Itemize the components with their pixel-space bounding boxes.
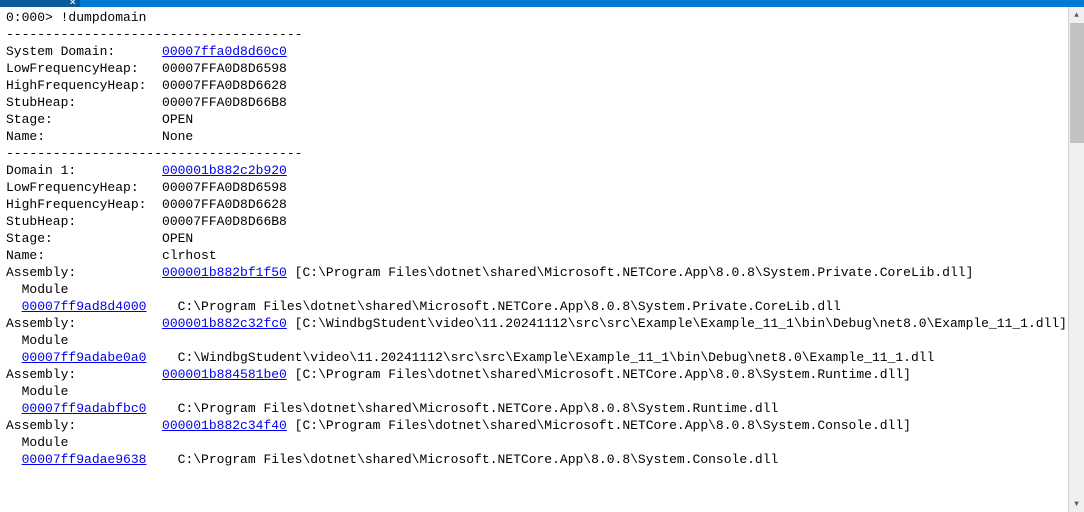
system-row-value: 00007FFA0D8D66B8 — [162, 95, 287, 110]
terminal-output[interactable]: 0:000> !dumpdomain----------------------… — [0, 7, 1084, 512]
assembly-label: Assembly: — [6, 265, 162, 280]
output-line: Assembly: 000001b884581be0 [C:\Program F… — [6, 366, 1078, 383]
assembly-link[interactable]: 000001b882c34f40 — [162, 418, 287, 433]
system-row-label: Stage: — [6, 112, 162, 127]
output-line: Name: None — [6, 128, 1078, 145]
output-line: HighFrequencyHeap: 00007FFA0D8D6628 — [6, 77, 1078, 94]
output-line: StubHeap: 00007FFA0D8D66B8 — [6, 213, 1078, 230]
domain1-row-value: 00007FFA0D8D6628 — [162, 197, 287, 212]
system-row-label: StubHeap: — [6, 95, 162, 110]
indent — [6, 299, 22, 314]
output-line: 00007ff9adabfbc0 C:\Program Files\dotnet… — [6, 400, 1078, 417]
module-label: Module — [6, 384, 68, 399]
assembly-path: [C:\Program Files\dotnet\shared\Microsof… — [287, 418, 911, 433]
module-label: Module — [6, 333, 68, 348]
command-text: !dumpdomain — [61, 10, 147, 25]
prompt: 0:000> — [6, 10, 61, 25]
titlebar: ✕ — [0, 0, 1084, 7]
assembly-path: [C:\WindbgStudent\video\11.20241112\src\… — [287, 316, 1067, 331]
output-line: Assembly: 000001b882c34f40 [C:\Program F… — [6, 417, 1078, 434]
assembly-path: [C:\Program Files\dotnet\shared\Microsof… — [287, 265, 974, 280]
domain1-row-label: Name: — [6, 248, 162, 263]
domain1-row-label: StubHeap: — [6, 214, 162, 229]
output-line: Stage: OPEN — [6, 230, 1078, 247]
scroll-up-icon[interactable]: ▲ — [1069, 7, 1084, 23]
domain1-row-value: 00007FFA0D8D6598 — [162, 180, 287, 195]
module-link[interactable]: 00007ff9adabe0a0 — [22, 350, 147, 365]
output-line: Module — [6, 383, 1078, 400]
assembly-link[interactable]: 000001b882bf1f50 — [162, 265, 287, 280]
output-line: HighFrequencyHeap: 00007FFA0D8D6628 — [6, 196, 1078, 213]
assembly-path: [C:\Program Files\dotnet\shared\Microsof… — [287, 367, 911, 382]
scroll-thumb[interactable] — [1070, 23, 1084, 143]
domain1-row-label: Stage: — [6, 231, 162, 246]
system-row-value: 00007FFA0D8D6628 — [162, 78, 287, 93]
domain1-label: Domain 1: — [6, 163, 162, 178]
output-line: 00007ff9adae9638 C:\Program Files\dotnet… — [6, 451, 1078, 468]
output-line: 00007ff9ad8d4000 C:\Program Files\dotnet… — [6, 298, 1078, 315]
system-row-value: 00007FFA0D8D6598 — [162, 61, 287, 76]
domain1-row-label: HighFrequencyHeap: — [6, 197, 162, 212]
output-line: Assembly: 000001b882c32fc0 [C:\WindbgStu… — [6, 315, 1078, 332]
system-domain-link[interactable]: 00007ffa0d8d60c0 — [162, 44, 287, 59]
module-path: C:\Program Files\dotnet\shared\Microsoft… — [146, 299, 840, 314]
output-line: Stage: OPEN — [6, 111, 1078, 128]
output-line: 0:000> !dumpdomain — [6, 9, 1078, 26]
scroll-down-icon[interactable]: ▼ — [1069, 496, 1084, 512]
output-line: Assembly: 000001b882bf1f50 [C:\Program F… — [6, 264, 1078, 281]
vertical-scrollbar[interactable]: ▲ ▼ — [1068, 7, 1084, 512]
module-path: C:\Program Files\dotnet\shared\Microsoft… — [146, 452, 778, 467]
indent — [6, 350, 22, 365]
output-line: Module — [6, 332, 1078, 349]
divider: -------------------------------------- — [6, 146, 302, 161]
module-path: C:\WindbgStudent\video\11.20241112\src\s… — [146, 350, 934, 365]
module-label: Module — [6, 435, 68, 450]
output-line: LowFrequencyHeap: 00007FFA0D8D6598 — [6, 179, 1078, 196]
close-icon[interactable]: ✕ — [69, 0, 77, 8]
output-line: Module — [6, 281, 1078, 298]
system-row-label: HighFrequencyHeap: — [6, 78, 162, 93]
domain1-row-label: LowFrequencyHeap: — [6, 180, 162, 195]
module-path: C:\Program Files\dotnet\shared\Microsoft… — [146, 401, 778, 416]
assembly-link[interactable]: 000001b884581be0 — [162, 367, 287, 382]
system-row-label: Name: — [6, 129, 162, 144]
output-line: 00007ff9adabe0a0 C:\WindbgStudent\video\… — [6, 349, 1078, 366]
output-line: System Domain: 00007ffa0d8d60c0 — [6, 43, 1078, 60]
module-link[interactable]: 00007ff9adae9638 — [22, 452, 147, 467]
module-label: Module — [6, 282, 68, 297]
indent — [6, 401, 22, 416]
indent — [6, 452, 22, 467]
system-domain-label: System Domain: — [6, 44, 162, 59]
output-line: -------------------------------------- — [6, 26, 1078, 43]
system-row-value: OPEN — [162, 112, 193, 127]
output-line: Name: clrhost — [6, 247, 1078, 264]
domain1-link[interactable]: 000001b882c2b920 — [162, 163, 287, 178]
system-row-label: LowFrequencyHeap: — [6, 61, 162, 76]
assembly-label: Assembly: — [6, 418, 162, 433]
divider: -------------------------------------- — [6, 27, 302, 42]
assembly-link[interactable]: 000001b882c32fc0 — [162, 316, 287, 331]
output-line: LowFrequencyHeap: 00007FFA0D8D6598 — [6, 60, 1078, 77]
assembly-label: Assembly: — [6, 316, 162, 331]
assembly-label: Assembly: — [6, 367, 162, 382]
module-link[interactable]: 00007ff9adabfbc0 — [22, 401, 147, 416]
output-line: -------------------------------------- — [6, 145, 1078, 162]
domain1-row-value: OPEN — [162, 231, 193, 246]
system-row-value: None — [162, 129, 193, 144]
output-line: StubHeap: 00007FFA0D8D66B8 — [6, 94, 1078, 111]
module-link[interactable]: 00007ff9ad8d4000 — [22, 299, 147, 314]
output-line: Domain 1: 000001b882c2b920 — [6, 162, 1078, 179]
domain1-row-value: 00007FFA0D8D66B8 — [162, 214, 287, 229]
output-line: Module — [6, 434, 1078, 451]
tab-close-area[interactable] — [0, 0, 80, 7]
domain1-row-value: clrhost — [162, 248, 217, 263]
